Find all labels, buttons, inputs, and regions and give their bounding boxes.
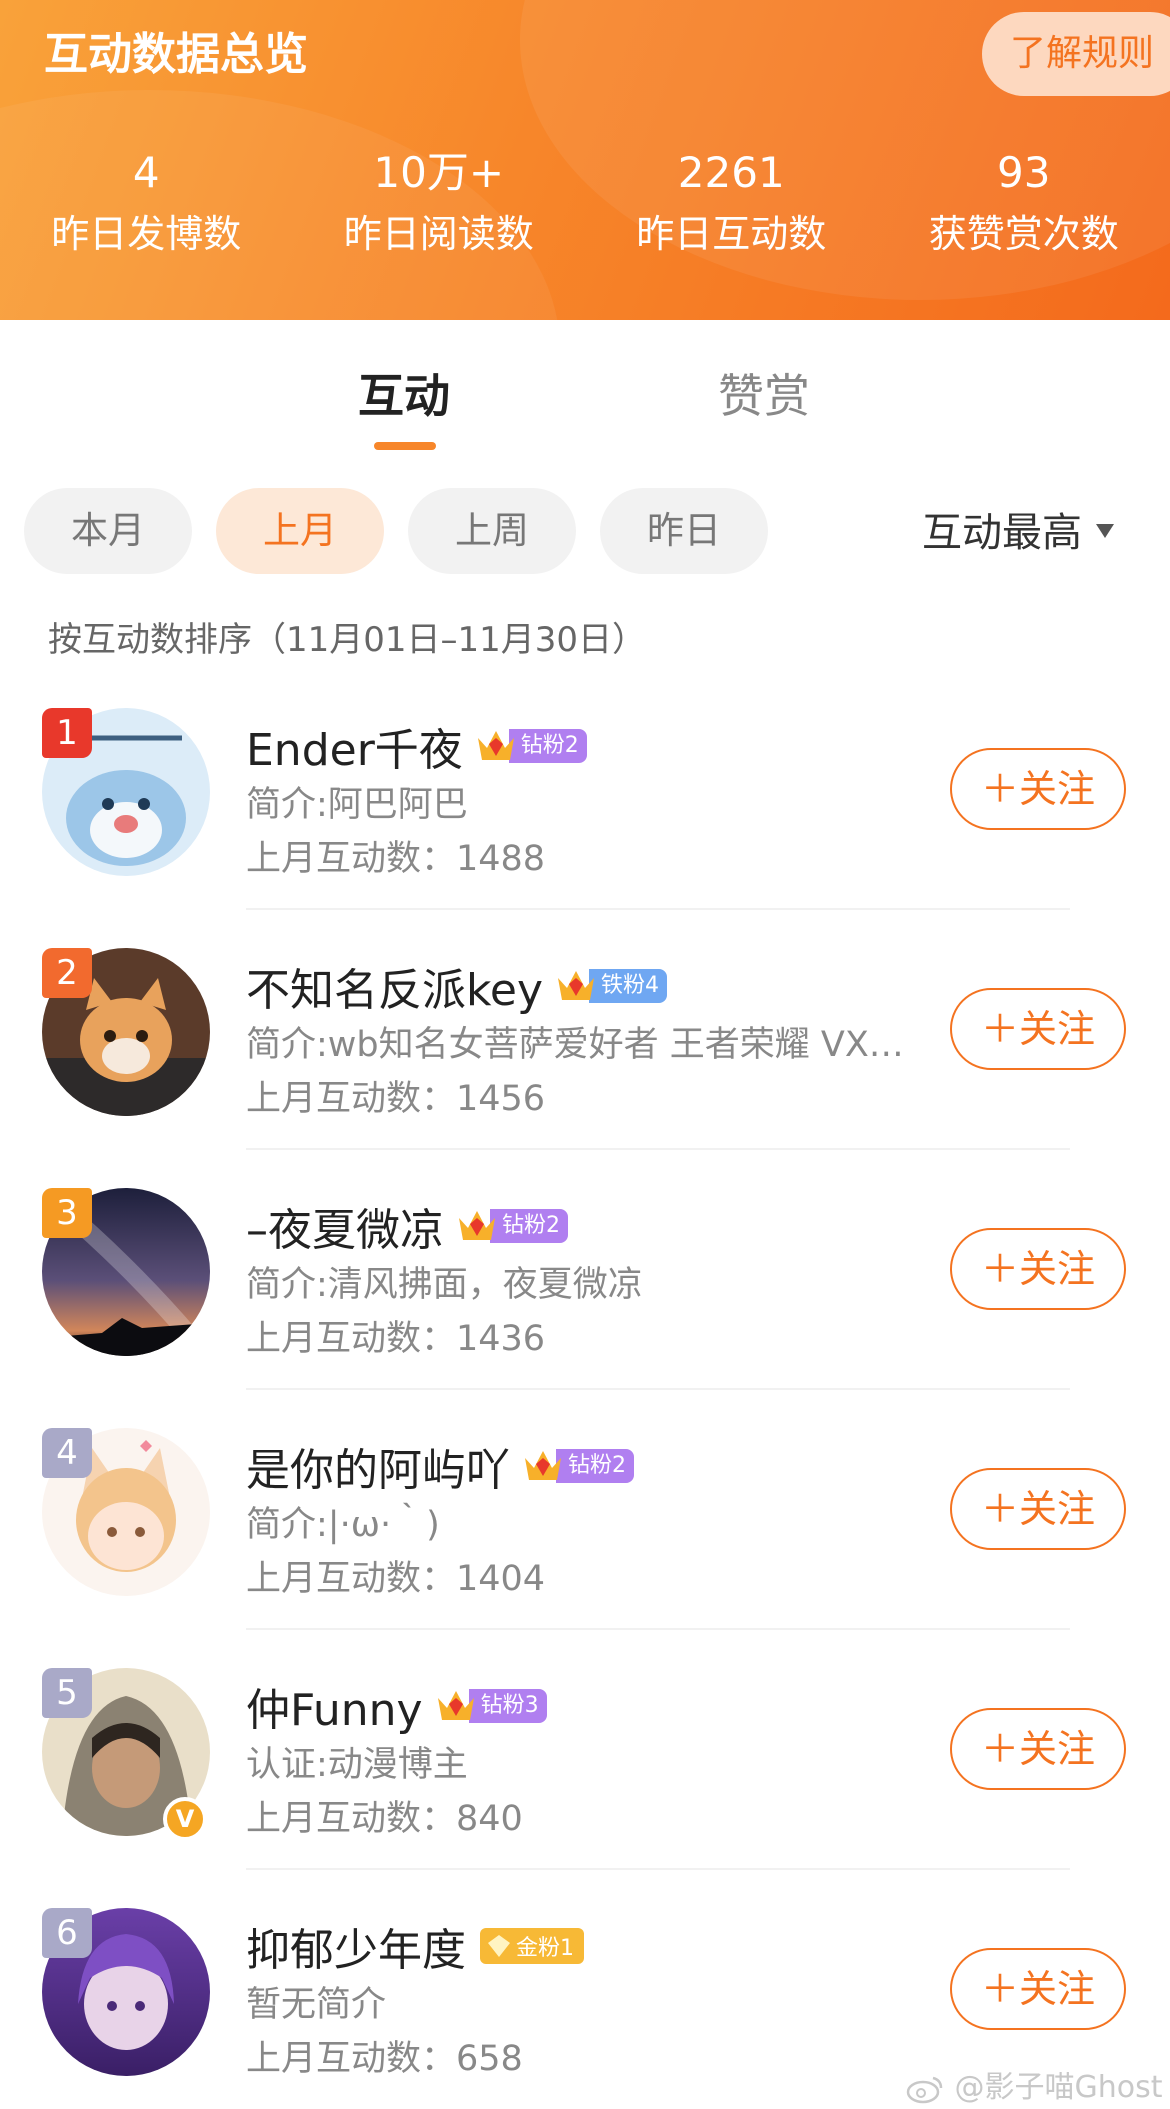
name-line: 是你的阿屿吖 钻粉2 (246, 1436, 634, 1496)
fan-badge: 铁粉4 (555, 966, 668, 1006)
stat-label: 昨日阅读数 (343, 212, 534, 256)
user-bio: 简介:wb知名女菩萨爱好者 王者荣耀 VX… (246, 1025, 904, 1065)
filter-last-month[interactable]: 上月 (216, 488, 384, 574)
stat-label: 获赞赏次数 (928, 212, 1119, 256)
interaction-count: 上月互动数：1488 (246, 839, 546, 879)
stat-label: 昨日发博数 (51, 212, 242, 256)
crown-icon (435, 1686, 477, 1726)
verified-icon: V (163, 1797, 207, 1841)
watermark: @影子喵Ghost (905, 2062, 1163, 2106)
interaction-count: 上月互动数：1404 (246, 1559, 546, 1599)
stat-value: 2261 (677, 148, 785, 197)
username[interactable]: 是你的阿屿吖 (246, 1434, 510, 1498)
interaction-count: 上月互动数：840 (246, 1799, 523, 1839)
fan-badge: 钻粉2 (522, 1446, 634, 1486)
stats-row: 4 昨日发博数 10万+ 昨日阅读数 2261 昨日互动数 93 获赞赏次数 (0, 145, 1170, 275)
divider (246, 1148, 1070, 1150)
user-bio: 暂无简介 (246, 1985, 387, 2025)
name-line: –夜夏微凉 钻粉2 (246, 1196, 568, 1256)
weibo-logo-icon (906, 2076, 943, 2103)
rank-badge: 4 (42, 1428, 92, 1478)
stat-posts: 4 昨日发博数 (0, 145, 293, 275)
rank-badge: 6 (42, 1908, 92, 1958)
crown-icon (475, 726, 517, 766)
follow-button[interactable]: ＋关注 (950, 1228, 1126, 1310)
fan-badge: 钻粉3 (435, 1686, 547, 1726)
fan-badge: 钻粉2 (475, 726, 587, 766)
rank-badge: 2 (42, 948, 92, 998)
caret-down-icon (1096, 524, 1114, 538)
interaction-count: 上月互动数：658 (246, 2039, 523, 2079)
active-tab-indicator (374, 442, 436, 450)
user-bio: 简介:|·ω·｀) (246, 1505, 440, 1545)
gold-fan-badge: 金粉1 (480, 1928, 584, 1964)
user-bio: 简介:清风拂面，夜夏微凉 (246, 1265, 643, 1305)
divider (246, 908, 1070, 910)
stat-interactions: 2261 昨日互动数 (585, 145, 878, 275)
fan-badge-label: 钻粉2 (556, 1449, 634, 1483)
fan-badge-label: 钻粉3 (468, 1689, 547, 1723)
list-item[interactable]: 3 –夜夏微凉 钻粉2 简介:清风拂面，夜夏微凉 上月互动数：1436 ＋关注 (0, 1170, 1170, 1410)
username[interactable]: 不知名反派key (246, 954, 543, 1018)
main-tabs: 互动 赞赏 (0, 350, 1170, 460)
follow-button[interactable]: ＋关注 (950, 1708, 1126, 1790)
fan-badge-label: 铁粉4 (589, 969, 668, 1003)
rules-button[interactable]: 了解规则 (982, 12, 1170, 96)
follow-button[interactable]: ＋关注 (950, 988, 1126, 1070)
crown-icon (555, 966, 597, 1006)
rank-badge: 1 (42, 708, 92, 758)
tab-reward[interactable]: 赞赏 (718, 360, 810, 426)
stat-value: 10万+ (373, 148, 505, 197)
username[interactable]: –夜夏微凉 (246, 1194, 444, 1258)
stat-reads: 10万+ 昨日阅读数 (293, 145, 586, 275)
interaction-count: 上月互动数：1436 (246, 1319, 546, 1359)
list-item[interactable]: 2 不知名反派key 铁粉4 简介:wb知名女菩萨爱好者 王者荣耀 VX… 上月… (0, 930, 1170, 1170)
filter-this-month[interactable]: 本月 (24, 488, 192, 574)
rank-badge: 5 (42, 1668, 92, 1718)
list-item[interactable]: 1 Ender千夜 钻粉2 简介:阿巴阿巴 上月互动数：1488 ＋关注 (0, 690, 1170, 930)
user-bio: 简介:阿巴阿巴 (246, 785, 468, 825)
interaction-count: 上月互动数：1456 (246, 1079, 546, 1119)
tab-interact[interactable]: 互动 (358, 360, 450, 426)
name-line: 仲Funny 钻粉3 (246, 1676, 547, 1736)
divider (246, 1388, 1070, 1390)
filter-yesterday[interactable]: 昨日 (600, 488, 768, 574)
sort-label: 互动最高 (922, 510, 1082, 556)
username[interactable]: 仲Funny (246, 1674, 423, 1738)
follow-button[interactable]: ＋关注 (950, 748, 1126, 830)
fan-badge-label: 钻粉2 (490, 1209, 568, 1243)
name-line: Ender千夜 钻粉2 (246, 716, 587, 776)
filter-last-week[interactable]: 上周 (408, 488, 576, 574)
username[interactable]: Ender千夜 (246, 714, 463, 778)
name-line: 抑郁少年度 金粉1 (246, 1916, 584, 1976)
fan-badge-label: 金粉1 (516, 1936, 574, 1961)
fan-badge: 金粉1 (480, 1928, 584, 1964)
list-item[interactable]: 5 V 仲Funny 钻粉3 认证:动漫博主 上月互动数：840 ＋关注 (0, 1650, 1170, 1890)
fan-badge-label: 钻粉2 (508, 729, 587, 763)
page-title: 互动数据总览 (44, 29, 308, 80)
follow-button[interactable]: ＋关注 (950, 1948, 1126, 2030)
sort-dropdown[interactable]: 互动最高 (922, 500, 1114, 558)
stat-label: 昨日互动数 (636, 212, 827, 256)
watermark-text: @影子喵Ghost (954, 2070, 1163, 2105)
name-line: 不知名反派key 铁粉4 (246, 954, 668, 1018)
crown-icon (522, 1446, 564, 1486)
sort-description: 按互动数排序（11月01日–11月30日） (48, 620, 647, 660)
crown-icon (456, 1206, 498, 1246)
list-item[interactable]: 4 是你的阿屿吖 钻粉2 简介:|·ω·｀) 上月互动数：1404 ＋关注 (0, 1410, 1170, 1650)
gem-icon (488, 1935, 510, 1957)
divider (246, 1628, 1070, 1630)
username[interactable]: 抑郁少年度 (246, 1914, 466, 1978)
header-banner: 互动数据总览 了解规则 4 昨日发博数 10万+ 昨日阅读数 2261 昨日互动… (0, 0, 1170, 320)
divider (246, 1868, 1070, 1870)
stat-value: 93 (997, 148, 1051, 197)
follow-button[interactable]: ＋关注 (950, 1468, 1126, 1550)
stat-value: 4 (132, 148, 160, 197)
user-bio: 认证:动漫博主 (246, 1745, 468, 1785)
stat-rewards: 93 获赞赏次数 (878, 145, 1170, 275)
fan-badge: 钻粉2 (456, 1206, 568, 1246)
rank-badge: 3 (42, 1188, 92, 1238)
